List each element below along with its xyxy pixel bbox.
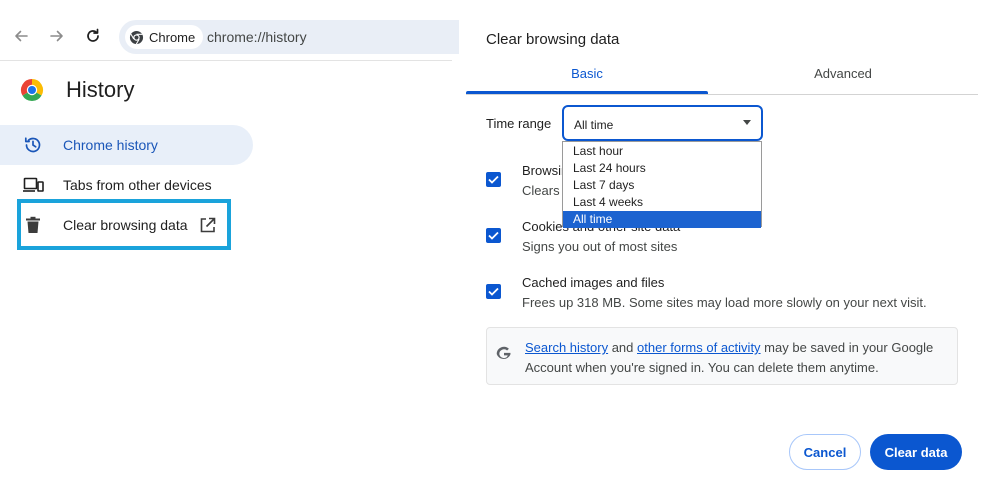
clear-browsing-data-dialog: Clear browsing data Basic Advanced Time … xyxy=(466,0,983,484)
dropdown-option[interactable]: Last 24 hours xyxy=(563,160,761,177)
time-range-dropdown: Last hour Last 24 hours Last 7 days Last… xyxy=(562,141,762,228)
toolbar-divider xyxy=(0,60,452,61)
chrome-logo-icon xyxy=(20,79,44,102)
dropdown-option-selected[interactable]: All time xyxy=(563,211,761,228)
clear-data-button[interactable]: Clear data xyxy=(870,434,962,470)
dropdown-option[interactable]: Last 7 days xyxy=(563,177,761,194)
time-range-label: Time range xyxy=(486,116,552,131)
dialog-title: Clear browsing data xyxy=(486,31,620,48)
info-text-part: and xyxy=(608,340,638,355)
browsing-history-checkbox[interactable] xyxy=(486,172,501,187)
checkmark-icon xyxy=(488,175,499,184)
forward-arrow-icon xyxy=(50,30,63,42)
highlight-annotation-box xyxy=(17,199,231,250)
reload-button[interactable] xyxy=(81,24,105,48)
browser-toolbar: Chrome chrome://history xyxy=(0,14,459,61)
reload-icon xyxy=(87,28,99,42)
site-chip[interactable]: Chrome xyxy=(125,25,204,49)
time-range-value: All time xyxy=(574,118,614,132)
dropdown-option[interactable]: Last hour xyxy=(563,143,761,160)
google-g-icon xyxy=(496,346,512,367)
url-text[interactable]: chrome://history xyxy=(207,29,307,45)
dropdown-option[interactable]: Last 4 weeks xyxy=(563,194,761,211)
checkmark-icon xyxy=(488,231,499,240)
browsing-history-description: Clears l xyxy=(522,183,567,198)
cached-images-description: Frees up 318 MB. Some sites may load mor… xyxy=(522,295,927,310)
other-forms-of-activity-link[interactable]: other forms of activity xyxy=(637,340,761,355)
tab-divider xyxy=(466,94,978,95)
address-bar[interactable]: Chrome chrome://history xyxy=(119,20,459,54)
history-icon xyxy=(20,132,46,158)
site-chip-label: Chrome xyxy=(149,29,196,45)
chrome-logo-icon xyxy=(129,30,144,44)
checkmark-icon xyxy=(488,287,499,296)
google-account-info-box: Search history and other forms of activi… xyxy=(486,327,958,385)
back-button[interactable] xyxy=(9,24,33,48)
tab-basic[interactable]: Basic xyxy=(466,60,708,95)
cookies-description: Signs you out of most sites xyxy=(522,239,678,254)
screen: Chrome chrome://history History Chrome h… xyxy=(0,0,983,484)
devices-icon xyxy=(20,172,46,198)
page-header: History xyxy=(20,77,134,103)
sidebar-item-label: Chrome history xyxy=(63,137,158,153)
forward-button[interactable] xyxy=(45,24,69,48)
tab-advanced[interactable]: Advanced xyxy=(708,60,978,95)
page-title: History xyxy=(66,77,135,102)
search-history-link[interactable]: Search history xyxy=(525,340,608,355)
cached-images-checkbox[interactable] xyxy=(486,284,501,299)
cancel-button[interactable]: Cancel xyxy=(789,434,861,470)
info-text: Search history and other forms of activi… xyxy=(525,338,955,378)
sidebar-item-label: Tabs from other devices xyxy=(63,177,212,193)
cached-images-title: Cached images and files xyxy=(522,275,665,290)
caret-down-icon xyxy=(743,120,751,125)
sidebar-item-chrome-history[interactable]: Chrome history xyxy=(0,125,253,165)
back-arrow-icon xyxy=(15,30,28,42)
cookies-checkbox[interactable] xyxy=(486,228,501,243)
time-range-select[interactable]: All time xyxy=(562,105,763,141)
